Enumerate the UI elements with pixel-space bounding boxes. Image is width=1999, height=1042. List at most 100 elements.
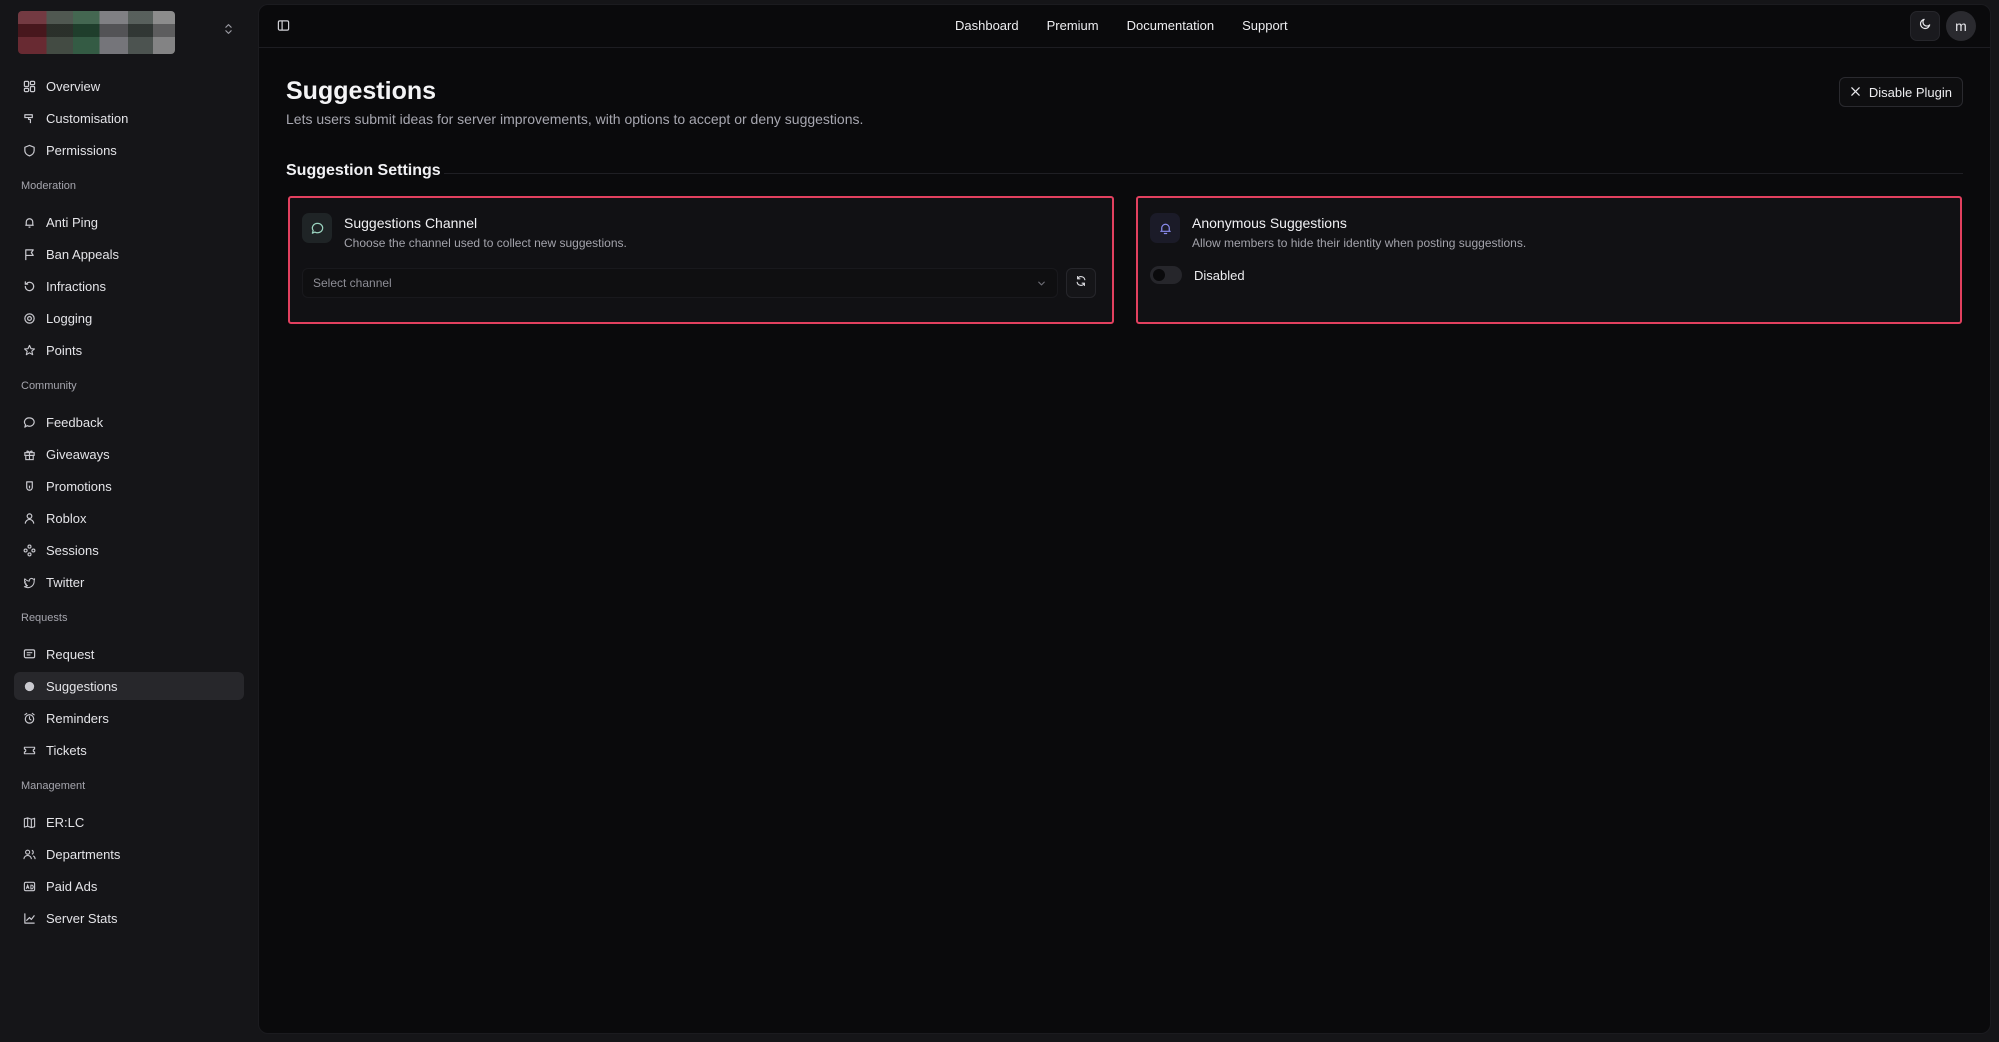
section-label-requests: Requests [21, 612, 68, 624]
card-subtitle: Choose the channel used to collect new s… [344, 236, 627, 250]
sidebar-item-request[interactable]: Request [14, 640, 244, 668]
card-title: Anonymous Suggestions [1192, 215, 1347, 231]
sidebar-item-promotions[interactable]: Promotions [14, 472, 244, 500]
sidebar-item-giveaways[interactable]: Giveaways [14, 440, 244, 468]
sidebar-item-ban-appeals[interactable]: Ban Appeals [14, 240, 244, 268]
sidebar-item-label: Twitter [46, 574, 85, 590]
refresh-channels-button[interactable] [1066, 268, 1096, 298]
badge-icon [22, 479, 36, 493]
network-icon [22, 543, 36, 557]
refresh-icon [1075, 274, 1087, 292]
top-nav: Dashboard Premium Documentation Support [955, 18, 1288, 33]
sidebar-item-label: Anti Ping [46, 214, 99, 230]
star-icon [22, 343, 36, 357]
sidebar-item-label: Request [46, 646, 95, 662]
sidebar-item-label: Ban Appeals [46, 246, 120, 262]
channel-select-placeholder: Select channel [313, 276, 392, 290]
sidebar-item-roblox[interactable]: Roblox [14, 504, 244, 532]
card-title: Suggestions Channel [344, 215, 478, 231]
close-icon [1850, 85, 1861, 100]
twitter-icon [22, 575, 36, 589]
server-logo[interactable] [18, 11, 175, 54]
sidebar-item-twitter[interactable]: Twitter [14, 568, 244, 596]
suggestions-channel-card: Suggestions Channel Choose the channel u… [288, 196, 1114, 324]
sidebar-item-label: Feedback [46, 414, 104, 430]
dashboard-icon [22, 79, 36, 93]
user-icon [22, 511, 36, 525]
top-nav-documentation[interactable]: Documentation [1127, 18, 1214, 33]
history-icon [22, 279, 36, 293]
shield-icon [22, 143, 36, 157]
section-label-moderation: Moderation [21, 180, 77, 192]
sidebar-item-label: Server Stats [46, 910, 118, 926]
chat-bubble-icon [22, 415, 36, 429]
bell-icon [22, 215, 36, 229]
ticket-icon [22, 743, 36, 757]
sidebar-item-sessions[interactable]: Sessions [14, 536, 244, 564]
sidebar-item-label: Overview [46, 78, 101, 94]
message-circle-icon [302, 213, 332, 243]
moon-icon [1919, 17, 1932, 35]
sidebar-item-label: Reminders [46, 710, 109, 726]
alarm-icon [22, 711, 36, 725]
sidebar-toggle-icon[interactable] [277, 19, 291, 33]
top-nav-premium[interactable]: Premium [1047, 18, 1099, 33]
sidebar-item-label: ER:LC [46, 814, 85, 830]
chevron-down-icon [1036, 278, 1047, 289]
top-nav-dashboard[interactable]: Dashboard [955, 18, 1019, 33]
sidebar-item-anti-ping[interactable]: Anti Ping [14, 208, 244, 236]
sidebar-item-label: Giveaways [46, 446, 110, 462]
disable-plugin-button[interactable]: Disable Plugin [1838, 77, 1963, 107]
sidebar-item-label: Logging [46, 310, 93, 326]
sidebar-item-suggestions[interactable]: Suggestions [14, 672, 244, 700]
top-nav-support[interactable]: Support [1242, 18, 1288, 33]
sidebar-item-label: Permissions [46, 142, 117, 158]
bell-icon [1150, 213, 1180, 243]
sidebar: Overview Customisation Permissions Moder… [0, 0, 258, 1042]
sidebar-item-label: Tickets [46, 742, 87, 758]
sidebar-item-paid-ads[interactable]: Paid Ads [14, 872, 244, 900]
message-square-icon [22, 647, 36, 661]
section-title: Suggestion Settings [286, 162, 441, 179]
map-icon [22, 815, 36, 829]
anonymous-toggle[interactable] [1150, 266, 1182, 284]
sidebar-item-logging[interactable]: Logging [14, 304, 244, 332]
sidebar-item-label: Roblox [46, 510, 87, 526]
flag-icon [22, 247, 36, 261]
sidebar-item-points[interactable]: Points [14, 336, 244, 364]
users-icon [22, 847, 36, 861]
sidebar-item-label: Infractions [46, 278, 106, 294]
main-panel: Dashboard Premium Documentation Support … [258, 4, 1991, 1034]
sidebar-item-permissions[interactable]: Permissions [14, 136, 244, 164]
sidebar-item-customisation[interactable]: Customisation [14, 104, 244, 132]
card-subtitle: Allow members to hide their identity whe… [1192, 236, 1527, 250]
sidebar-item-reminders[interactable]: Reminders [14, 704, 244, 732]
gift-icon [22, 447, 36, 461]
brush-icon [22, 111, 36, 125]
channel-select[interactable]: Select channel [302, 268, 1058, 298]
sidebar-item-label: Promotions [46, 478, 112, 494]
sidebar-item-label: Paid Ads [46, 878, 98, 894]
sidebar-item-label: Sessions [46, 542, 99, 558]
page-description: Lets users submit ideas for server impro… [286, 111, 864, 127]
avatar[interactable]: m [1946, 11, 1976, 41]
sidebar-nav: Overview Customisation Permissions Moder… [14, 72, 244, 936]
server-switcher-icon[interactable] [221, 22, 235, 40]
sidebar-item-tickets[interactable]: Tickets [14, 736, 244, 764]
sidebar-item-departments[interactable]: Departments [14, 840, 244, 868]
top-bar: Dashboard Premium Documentation Support … [259, 5, 1990, 48]
sidebar-item-overview[interactable]: Overview [14, 72, 244, 100]
sidebar-item-erlc[interactable]: ER:LC [14, 808, 244, 836]
sidebar-item-feedback[interactable]: Feedback [14, 408, 244, 436]
section-label-community: Community [21, 380, 77, 392]
ad-icon [22, 879, 36, 893]
disable-plugin-label: Disable Plugin [1868, 84, 1952, 100]
anonymous-suggestions-card: Anonymous Suggestions Allow members to h… [1136, 196, 1962, 324]
dot-icon [22, 679, 36, 693]
sidebar-item-infractions[interactable]: Infractions [14, 272, 244, 300]
sidebar-item-server-stats[interactable]: Server Stats [14, 904, 244, 932]
sidebar-item-label: Customisation [46, 110, 129, 126]
section-divider [444, 173, 1963, 174]
sidebar-item-label: Departments [46, 846, 121, 862]
theme-toggle-button[interactable] [1910, 11, 1940, 41]
